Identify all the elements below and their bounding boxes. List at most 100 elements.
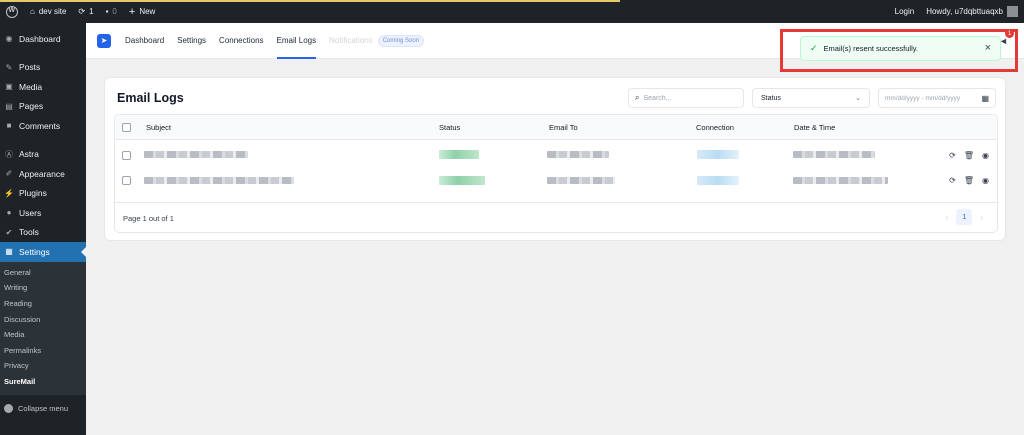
sidebar-item-pages[interactable]: ▤ Pages [0, 97, 86, 117]
date-range-picker[interactable]: mm/dd/yyyy - mm/dd/yyyy ▦ [878, 88, 996, 108]
sidebar-item-settings[interactable]: ▦ Settings [0, 242, 86, 262]
toast-message: Email(s) resent successfully. [823, 44, 919, 53]
delete-icon[interactable]: 🗑︎ [964, 151, 974, 160]
redacted-email-to [547, 177, 615, 184]
submenu-item-writing[interactable]: Writing [0, 280, 86, 296]
sidebar-item-label: Dashboard [19, 33, 61, 44]
sidebar-item-media[interactable]: ▣ Media [0, 77, 86, 97]
column-email-to[interactable]: Email To [549, 123, 578, 132]
redacted-status-badge [439, 176, 485, 185]
status-select[interactable]: Status ⌄ [752, 88, 870, 108]
wordpress-logo-menu[interactable] [0, 0, 24, 23]
delete-icon[interactable]: 🗑︎ [964, 176, 974, 185]
tab-connections[interactable]: Connections [219, 23, 263, 59]
pin-icon: ✎ [5, 62, 13, 72]
tab-email-logs[interactable]: Email Logs [276, 23, 316, 59]
admin-bar: ⌂ dev site ⟳ 1 ▪ 0 + New Login Howdy, u7… [0, 0, 1024, 23]
search-icon: ⌕ [635, 93, 640, 102]
sidebar-item-label: Media [19, 81, 43, 92]
wrench-icon: ✔ [5, 227, 13, 237]
resend-icon[interactable]: ⟳ [949, 176, 956, 185]
resend-icon[interactable]: ⟳ [949, 151, 956, 160]
submenu-item-permalinks[interactable]: Permalinks [0, 342, 86, 358]
redacted-connection [697, 176, 739, 185]
sidebar-item-label: Appearance [19, 168, 65, 179]
column-connection[interactable]: Connection [696, 123, 734, 132]
admin-sidebar: ◉ Dashboard ✎ Posts ▣ Media ▤ Pages ■ Co… [0, 23, 86, 435]
tab-settings[interactable]: Settings [177, 23, 206, 59]
login-link[interactable]: Login [889, 0, 921, 23]
submenu-item-general[interactable]: General [0, 265, 86, 281]
astra-icon: Ⓐ [5, 149, 13, 159]
coming-soon-badge: Coming Soon [377, 34, 425, 47]
row-checkbox[interactable] [122, 151, 131, 160]
page-title: Email Logs [117, 91, 184, 105]
sidebar-item-plugins[interactable]: ⚡ Plugins [0, 184, 86, 204]
row-checkbox[interactable] [122, 176, 131, 185]
column-date-time[interactable]: Date & Time [794, 123, 835, 132]
status-select-value: Status [761, 94, 781, 102]
redacted-subject [144, 177, 294, 184]
updates-link[interactable]: ⟳ 1 [72, 0, 99, 23]
sidebar-item-label: Pages [19, 101, 44, 112]
table-row[interactable]: ⟳ 🗑︎ ◉ [115, 140, 997, 171]
search-input[interactable] [643, 94, 734, 102]
chevron-down-icon: ⌄ [855, 95, 861, 102]
column-subject[interactable]: Subject [146, 123, 171, 132]
previous-page-icon[interactable]: ‹ [946, 213, 949, 222]
redacted-email-to [547, 151, 609, 158]
dashboard-icon: ◉ [5, 34, 13, 44]
redacted-date-time [793, 177, 888, 184]
sidebar-item-astra[interactable]: Ⓐ Astra [0, 145, 86, 165]
submenu-item-suremail[interactable]: SureMail [0, 374, 86, 390]
new-label: New [139, 7, 156, 16]
sidebar-item-tools[interactable]: ✔ Tools [0, 223, 86, 243]
tab-dashboard[interactable]: Dashboard [125, 23, 164, 59]
column-status[interactable]: Status [439, 123, 460, 132]
next-page-icon[interactable]: › [980, 213, 983, 222]
view-icon[interactable]: ◉ [982, 176, 989, 185]
updates-count: 1 [89, 7, 94, 16]
view-icon[interactable]: ◉ [982, 151, 989, 160]
email-logs-table: Subject Status Email To Connection Date … [114, 114, 998, 233]
sidebar-item-label: Settings [19, 246, 50, 257]
submenu-item-discussion[interactable]: Discussion [0, 311, 86, 327]
sidebar-item-label: Comments [19, 120, 61, 131]
pagination: ‹ 1 › [946, 209, 983, 225]
sidebar-item-label: Plugins [19, 188, 47, 199]
new-content-link[interactable]: + New [123, 0, 161, 23]
page-button-current[interactable]: 1 [956, 209, 973, 225]
suremail-logo-icon[interactable]: ➤ [97, 33, 111, 48]
admin-bar-accent-line [0, 0, 1024, 2]
notification-badge: 1 [1005, 29, 1014, 38]
sidebar-item-users[interactable]: ● Users [0, 203, 86, 223]
comment-bubble-icon: ▪ [105, 7, 109, 16]
select-all-checkbox[interactable] [122, 123, 131, 132]
sidebar-item-appearance[interactable]: ✐ Appearance [0, 164, 86, 184]
submenu-item-reading[interactable]: Reading [0, 296, 86, 312]
sidebar-item-label: Users [19, 207, 42, 218]
comments-link[interactable]: ▪ 0 [100, 0, 123, 23]
search-field[interactable]: ⌕ [628, 88, 744, 108]
wordpress-logo-icon [6, 5, 18, 18]
table-footer: Page 1 out of 1 ‹ 1 › [115, 202, 997, 232]
submenu-item-privacy[interactable]: Privacy [0, 358, 86, 374]
email-logs-card: Email Logs ⌕ Status ⌄ mm/dd/yyyy - mm/dd… [104, 77, 1006, 241]
pagination-info: Page 1 out of 1 [123, 214, 174, 223]
user-icon: ● [6, 208, 12, 218]
close-icon[interactable]: × [985, 42, 991, 54]
tab-notifications: Notifications [329, 36, 373, 45]
site-name-link[interactable]: ⌂ dev site [24, 0, 72, 23]
sidebar-item-label: Astra [19, 149, 39, 160]
collapse-menu-button[interactable]: Collapse menu [0, 398, 86, 418]
collapse-label: Collapse menu [18, 403, 69, 413]
sidebar-item-comments[interactable]: ■ Comments [0, 116, 86, 136]
submenu-item-media[interactable]: Media [0, 327, 86, 343]
sidebar-item-label: Posts [19, 62, 41, 73]
sidebar-item-dashboard[interactable]: ◉ Dashboard [0, 29, 86, 49]
my-account-link[interactable]: Howdy, u7dqbttuaqxb [920, 0, 1024, 23]
sidebar-item-posts[interactable]: ✎ Posts [0, 58, 86, 78]
table-row[interactable]: ⟳ 🗑︎ ◉ [115, 171, 997, 202]
brush-icon: ✐ [5, 169, 13, 179]
site-name-label: dev site [38, 7, 67, 16]
